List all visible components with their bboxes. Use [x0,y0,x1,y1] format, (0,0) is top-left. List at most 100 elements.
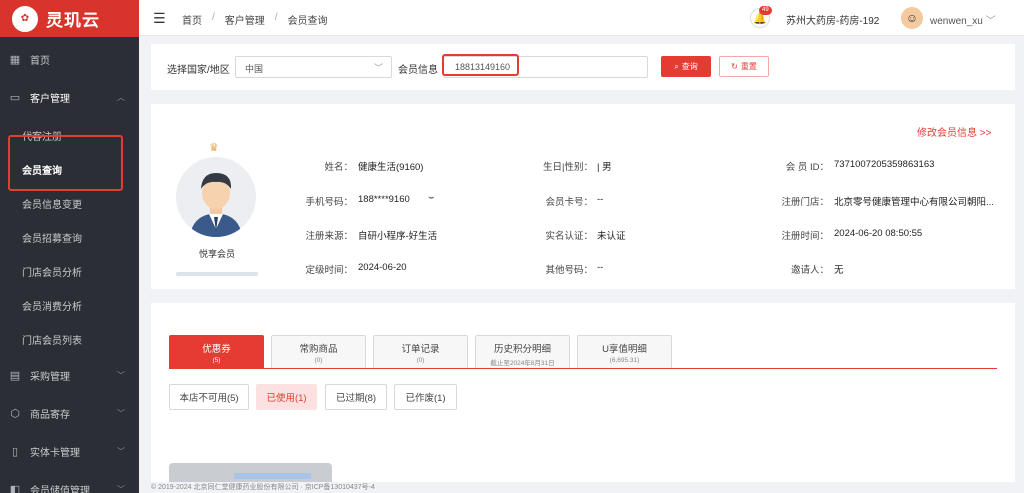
search-icon: ⌕ [674,61,679,71]
sidebar-item-home[interactable]: ▦ 首页 [0,49,139,69]
input-highlight-box [442,54,519,76]
breadcrumb: 首页 / 客户管理 / 会员查询 [182,12,328,27]
phone-label: 手机号码： [305,197,353,208]
eye-closed-icon[interactable]: ⌣ [428,192,435,203]
sidebar-sub-store-analysis[interactable]: 门店会员分析 [22,264,82,279]
top-header: ☰ 首页 / 客户管理 / 会员查询 🔔 49 苏州大药房-药房-192 ☺ w… [139,0,1024,36]
inviter-label: 邀请人： [790,265,829,276]
other-phone-label: 其他号码： [545,265,593,276]
tab-label: 优惠券 [202,344,231,355]
chevron-down-icon: ﹀ [117,484,125,493]
customer-icon: ▭ [9,91,21,104]
reset-button[interactable]: ↻ 重置 [719,56,769,77]
crown-icon: ♛ [209,142,219,154]
member-level: 悦享会员 [199,249,236,259]
sidebar-item-purchase[interactable]: ▤ 采购管理 ﹀ [0,365,139,385]
search-card: 选择国家/地区 中国 ﹀ 会员信息 18813149160 ⌕ 查询 ↻ 重置 [151,44,1015,90]
sidebar-sub-store-list[interactable]: 门店会员列表 [22,332,82,347]
user-menu[interactable]: wenwen_xu ﹀ [930,12,996,27]
tab-label: 常购商品 [299,344,338,355]
person-avatar-icon [176,157,256,237]
chevron-down-icon: ﹀ [985,16,996,27]
realname-value: 未认证 [597,231,626,242]
card-icon: ▯ [11,445,19,458]
level-progress-bar [176,272,258,276]
query-button[interactable]: ⌕ 查询 [661,56,711,77]
logo-badge-icon: ✿ [12,5,38,32]
coupon-tag [234,473,311,479]
tab-u-value[interactable]: U享值明细 (6,695.31) [577,335,672,368]
member-id-label: 会 员 ID： [785,162,829,173]
sidebar: ✿ 灵玑云 ▦ 首页 ▭ 客户管理 ︿ 代客注册 会员查询 会员信息变更 会员招… [0,0,139,493]
member-id-value: 7371007205359863163 [834,159,935,170]
sidebar-item-deposit[interactable]: ⬡ 商品寄存 ﹀ [0,403,139,423]
country-label: 选择国家/地区 [167,65,230,76]
menu-collapse-icon[interactable]: ☰ [153,10,166,27]
sidebar-item-label: 会员储值管理 [30,485,90,493]
purchase-icon: ▤ [9,369,21,382]
chevron-down-icon: ﹀ [117,370,125,380]
sidebar-item-label: 首页 [30,55,50,67]
notification-badge: 49 [759,6,772,15]
breadcrumb-home[interactable]: 首页 [182,12,202,27]
member-info-label: 会员信息 [398,65,438,76]
tab-underline [169,368,997,369]
tab-points-history[interactable]: 历史积分明细 截止至2024年8月31日 [475,335,570,368]
breadcrumb-customer[interactable]: 客户管理 [225,12,265,27]
tab-label: 订单记录 [401,344,440,355]
footer-copyright: © 2019-2024 北京同仁堂健康药业股份有限公司 · 京ICP备13010… [139,482,1024,493]
filter-unavailable[interactable]: 本店不可用(5) [169,384,249,410]
sidebar-item-customer[interactable]: ▭ 客户管理 ︿ [0,87,139,107]
name-value: 健康生活(9160) [358,162,424,173]
chevron-up-icon: ︿ [117,92,125,102]
tab-count: (6,695.31) [609,357,640,364]
card-no-value: -- [597,194,604,205]
username: wenwen_xu [930,16,983,27]
country-select[interactable]: 中国 ﹀ [235,56,392,78]
sidebar-item-label: 商品寄存 [30,409,70,421]
box-icon: ⬡ [10,407,20,420]
logo-text: 灵玑云 [46,11,100,30]
chevron-down-icon: ﹀ [373,63,383,73]
sidebar-sub-recruit[interactable]: 会员招募查询 [22,230,82,245]
sidebar-sub-member-change[interactable]: 会员信息变更 [22,196,82,211]
user-avatar[interactable]: ☺ [901,7,923,29]
tab-frequent-products[interactable]: 常购商品 (0) [271,335,366,368]
app-logo[interactable]: ✿ 灵玑云 [0,0,139,37]
filter-used[interactable]: 已使用(1) [256,384,317,410]
sidebar-item-wallet[interactable]: ◧ 会员储值管理 ﹀ [0,479,139,493]
sidebar-item-label: 实体卡管理 [30,447,80,459]
chevron-down-icon: ﹀ [117,446,125,456]
edit-member-link[interactable]: 修改会员信息 >> [917,124,991,139]
breadcrumb-current: 会员查询 [287,16,328,27]
filter-voided[interactable]: 已作废(1) [394,384,457,410]
profile-card: 修改会员信息 >> ♛ 悦享会员 姓名： 健康生活(9160) 生日|性别： |… [151,104,1015,289]
birthday-label: 生日|性别： [543,162,593,173]
card-no-label: 会员卡号： [545,197,593,208]
store-name[interactable]: 苏州大药房-药房-192 [786,12,879,27]
sidebar-item-label: 采购管理 [30,371,70,383]
grade-time-label: 定级时间： [305,265,353,276]
member-avatar [176,157,256,237]
wallet-icon: ◧ [9,483,21,493]
inviter-value: 无 [834,265,844,276]
other-phone-value: -- [597,262,604,273]
tab-orders[interactable]: 订单记录 (0) [373,335,468,368]
phone-value: 188****9160 [358,194,410,205]
reg-store-value: 北京零号健康管理中心有限公司朝阳... [834,197,994,208]
reg-store-label: 注册门店： [781,197,829,208]
sidebar-sub-consume-analysis[interactable]: 会员消费分析 [22,298,82,313]
refresh-icon: ↻ [731,62,738,71]
highlight-box [8,135,123,191]
detail-card: 优惠券 (5) 常购商品 (0) 订单记录 (0) 历史积分明细 截止至2024… [151,303,1015,483]
name-label: 姓名： [324,162,353,173]
source-value: 自研小程序-好生活 [358,231,438,242]
reset-button-label: 重置 [740,62,757,71]
tab-label: U享值明细 [602,344,647,355]
grid-icon: ▦ [9,53,21,66]
country-value: 中国 [245,64,264,74]
tab-coupons[interactable]: 优惠券 (5) [169,335,264,368]
realname-label: 实名认证： [545,231,593,242]
sidebar-item-card[interactable]: ▯ 实体卡管理 ﹀ [0,441,139,461]
filter-expired[interactable]: 已过期(8) [325,384,387,410]
